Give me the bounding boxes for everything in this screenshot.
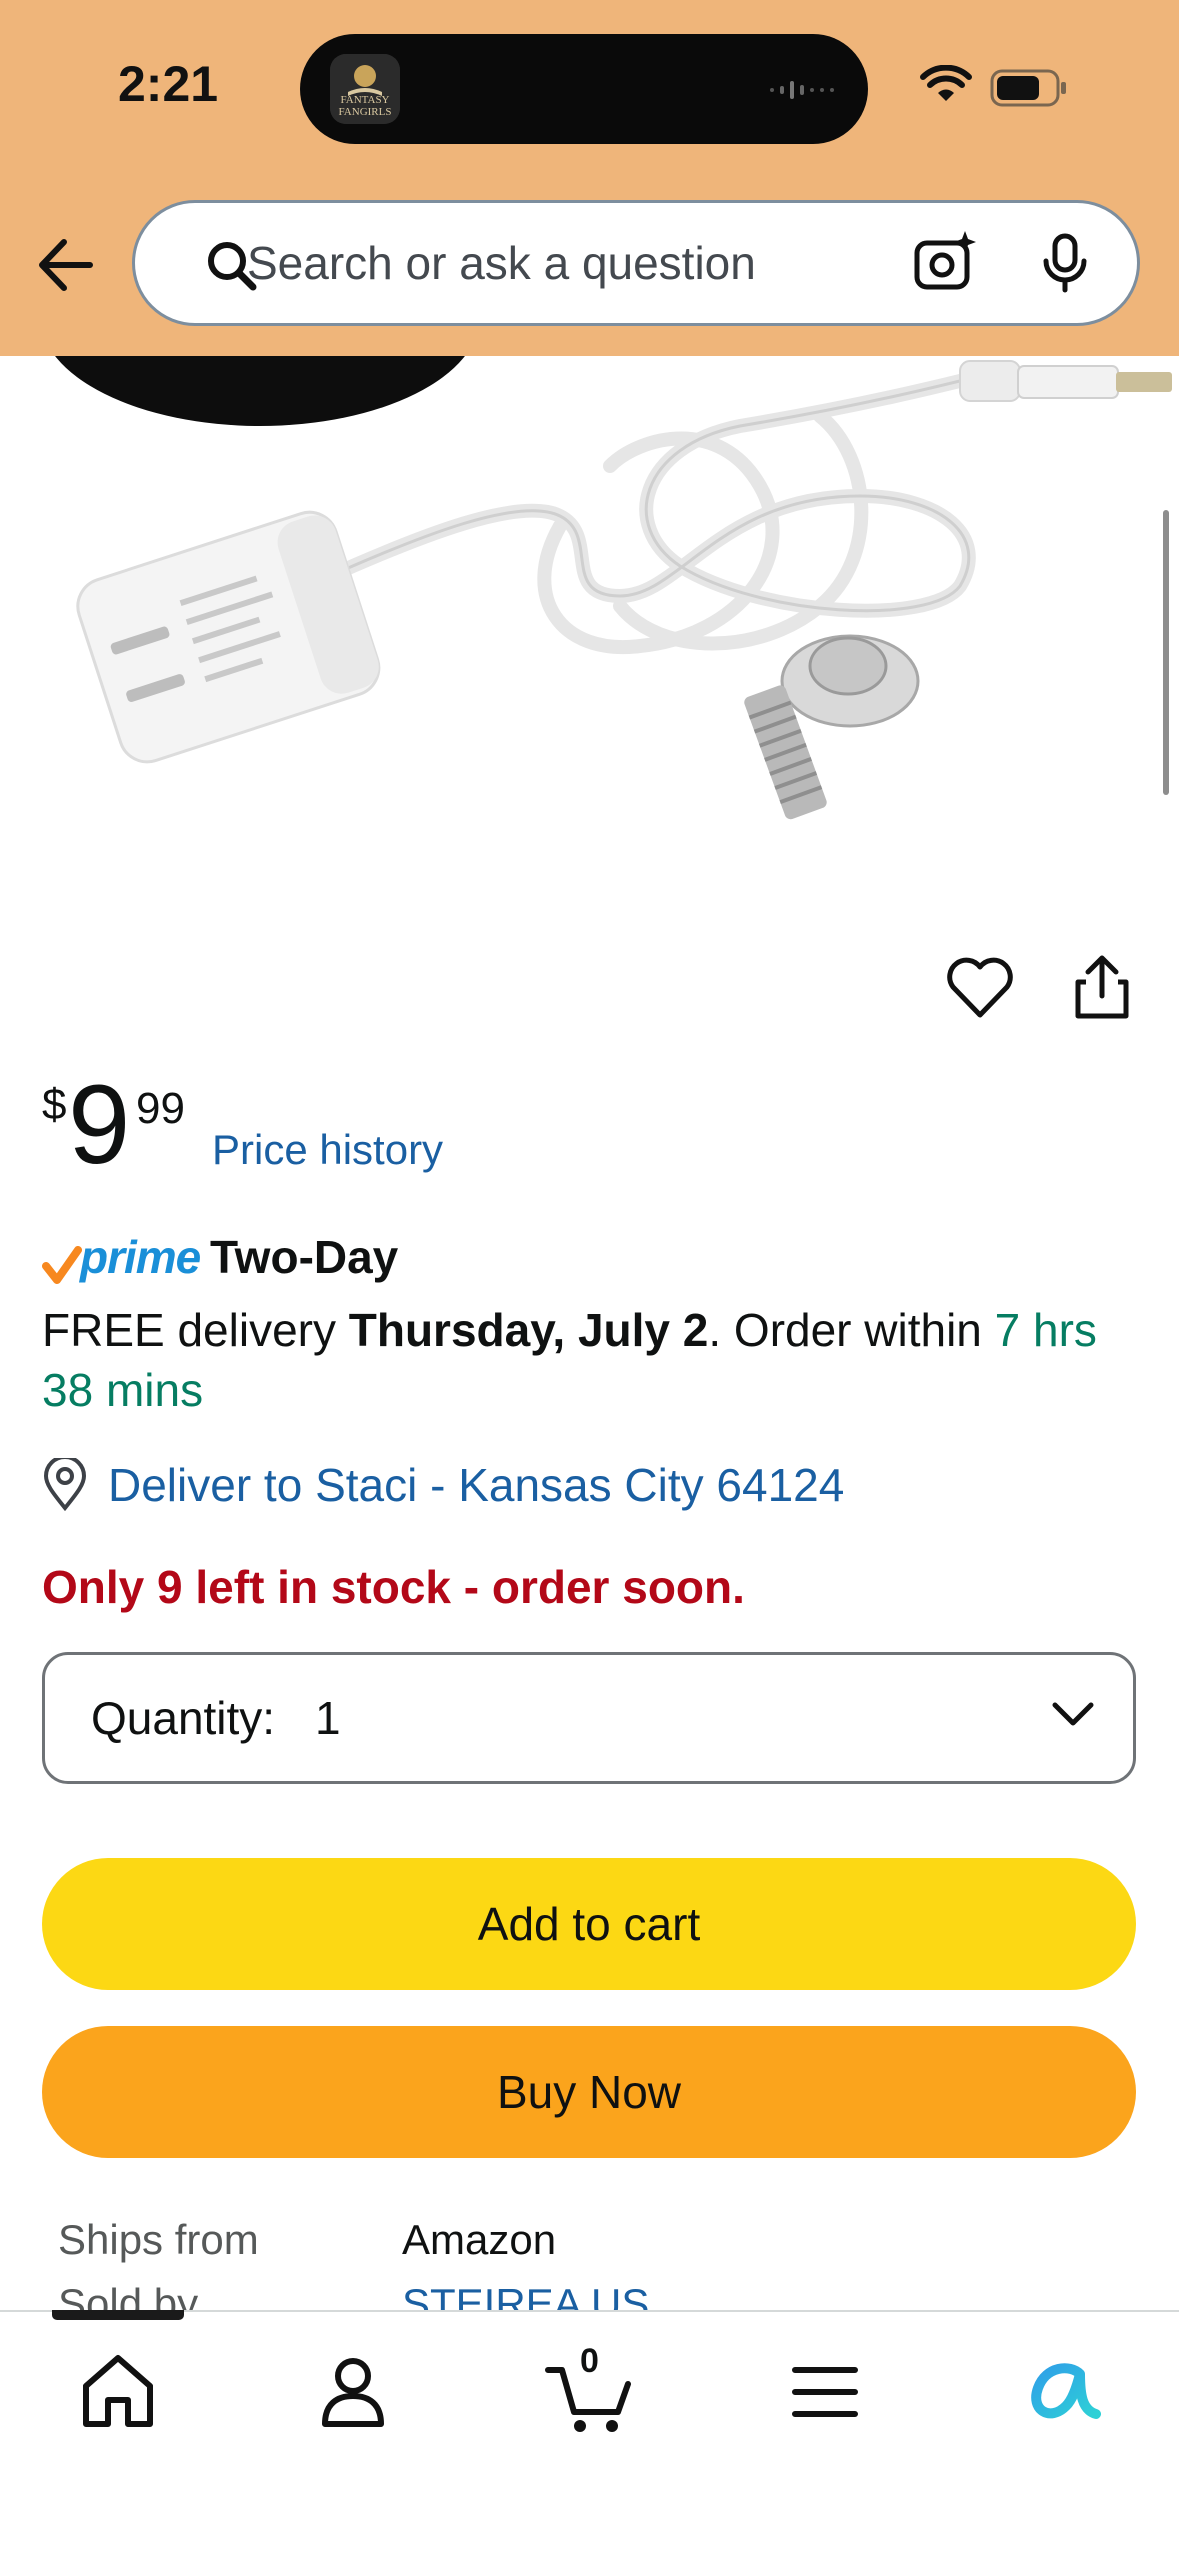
menu-icon[interactable] — [775, 2340, 875, 2440]
microphone-icon[interactable] — [1040, 233, 1090, 293]
chevron-down-icon — [1052, 1702, 1094, 1726]
share-icon[interactable] — [1072, 952, 1132, 1022]
quantity-label: Quantity: — [91, 1692, 276, 1744]
ships-from-label: Ships from — [58, 2216, 259, 2263]
active-tab-indicator — [52, 2310, 184, 2320]
app-icon[interactable]: FANTASY FANGIRLS — [330, 54, 400, 124]
prime-logo: prime — [80, 1231, 201, 1283]
scroll-indicator[interactable] — [1163, 510, 1169, 795]
prime-speed: Two-Day — [210, 1231, 399, 1283]
product-image[interactable] — [0, 356, 1179, 876]
prime-check-icon — [42, 1246, 82, 1284]
search-input[interactable] — [247, 231, 927, 295]
price-fraction: 99 — [136, 1084, 185, 1133]
audio-wave-icon — [770, 81, 834, 99]
ships-from-value: Amazon — [402, 2216, 557, 2263]
home-icon[interactable] — [68, 2340, 168, 2440]
heart-icon[interactable] — [945, 955, 1015, 1021]
cart-count: 0 — [580, 2342, 599, 2380]
add-to-cart-button[interactable]: Add to cart — [42, 1858, 1136, 1990]
delivery-info: FREE delivery Thursday, July 2. Order wi… — [42, 1300, 1152, 1420]
delivery-prefix: FREE delivery — [42, 1304, 349, 1356]
stock-warning: Only 9 left in stock - order soon. — [42, 1561, 745, 1613]
product-photo — [55, 356, 1172, 820]
dynamic-island: FANTASY FANGIRLS — [300, 34, 868, 144]
delivery-middle: . Order within — [708, 1304, 995, 1356]
battery-icon — [990, 69, 1066, 107]
deliver-to-text: Deliver to Staci - Kansas City 64124 — [108, 1459, 845, 1511]
location-pin-icon — [43, 1458, 87, 1512]
camera-lens-icon[interactable] — [913, 229, 979, 295]
rufus-assistant-icon[interactable] — [1010, 2340, 1110, 2440]
quantity-value: 1 — [315, 1692, 341, 1744]
app-label: FANTASY FANGIRLS — [338, 94, 392, 118]
account-icon[interactable] — [303, 2340, 403, 2440]
price-whole: 9 — [68, 1062, 131, 1187]
wifi-icon — [920, 65, 972, 101]
buy-now-button[interactable]: Buy Now — [42, 2026, 1136, 2158]
price-currency: $ — [42, 1080, 67, 1129]
search-bar[interactable] — [132, 200, 1140, 326]
status-time: 2:21 — [118, 56, 219, 112]
delivery-date: Thursday, July 2 — [348, 1304, 709, 1356]
back-arrow-icon[interactable] — [30, 230, 110, 300]
cart-nav-item[interactable]: 0 — [540, 2340, 640, 2440]
quantity-select[interactable]: Quantity: 1 — [42, 1652, 1136, 1784]
price-history-link[interactable]: Price history — [212, 1126, 443, 1174]
